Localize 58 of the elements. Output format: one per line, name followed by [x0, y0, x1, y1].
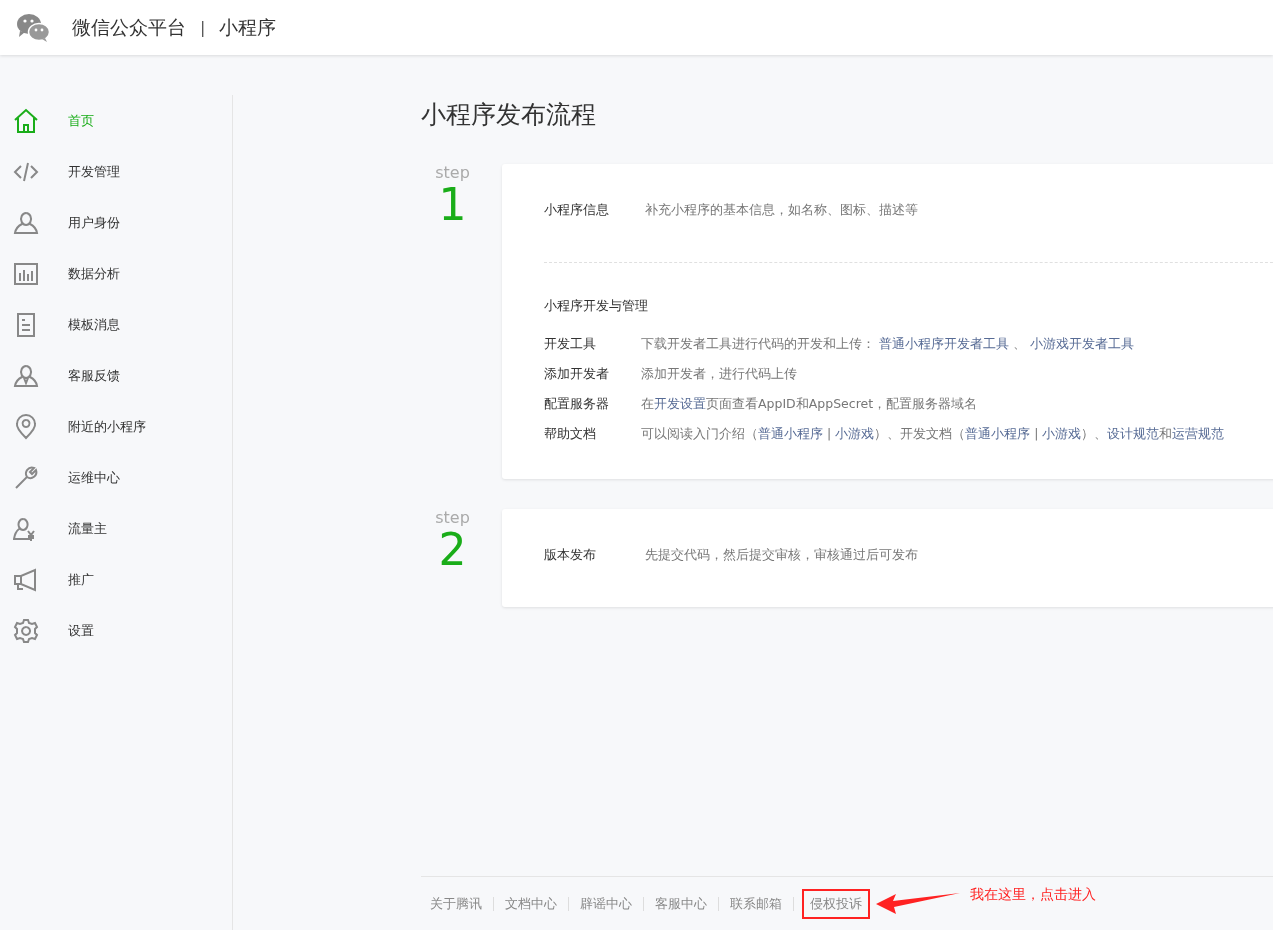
row-description: 可以阅读入门介绍（普通小程序 | 小游戏）、开发文档（普通小程序 | 小游戏）、设计规范和运营规范 — [641, 425, 1225, 443]
row-description: 在开发设置页面查看AppID和AppSecret，配置服务器域名 — [641, 395, 978, 413]
doc-link[interactable]: 普通小程序 — [758, 425, 823, 441]
row-description: 下载开发者工具进行代码的开发和上传： 普通小程序开发者工具 、 小游戏开发者工具 — [641, 335, 1134, 353]
section-heading: 小程序开发与管理 — [544, 297, 649, 315]
doc-link[interactable]: 运营规范 — [1172, 425, 1225, 441]
section-description: 补充小程序的基本信息，如名称、图标、描述等 — [645, 201, 918, 219]
footer-link[interactable]: 关于腾讯 — [427, 892, 485, 915]
step-label: step — [435, 509, 470, 527]
doc-link[interactable]: 设计规范 — [1107, 425, 1160, 441]
chart-icon — [13, 260, 39, 287]
sidebar-item[interactable]: 模板消息 — [0, 299, 232, 350]
service-icon — [13, 362, 39, 389]
section-label: 版本发布 — [544, 546, 597, 564]
row-description: 添加开发者，进行代码上传 — [641, 365, 797, 383]
home-icon — [13, 107, 39, 134]
sidebar-item[interactable]: 首页 — [0, 95, 232, 146]
megaphone-icon — [13, 566, 39, 593]
doc-link[interactable]: 小游戏 — [1042, 425, 1082, 441]
sidebar-item[interactable]: 流量主 — [0, 503, 232, 554]
footer-link[interactable]: 侵权投诉 — [802, 888, 870, 919]
product-title: 小程序 — [219, 14, 277, 40]
chat-bubbles-logo-icon — [16, 12, 50, 43]
pointer-arrow-icon — [876, 892, 960, 915]
sidebar-item[interactable]: 数据分析 — [0, 248, 232, 299]
footer-link[interactable]: 客服中心 — [652, 892, 710, 915]
sidebar-item[interactable]: 推广 — [0, 554, 232, 605]
step-number: 2 — [438, 527, 467, 573]
footer-link[interactable]: 辟谣中心 — [577, 892, 635, 915]
sidebar-item[interactable]: 运维中心 — [0, 452, 232, 503]
row-label: 帮助文档 — [544, 425, 597, 443]
sidebar-item[interactable]: 客服反馈 — [0, 350, 232, 401]
doc-link[interactable]: 小游戏 — [835, 425, 875, 441]
doc-link[interactable]: 普通小程序开发者工具 — [879, 335, 1009, 351]
footer-link[interactable]: 联系邮箱 — [727, 892, 785, 915]
section-label: 小程序信息 — [544, 201, 610, 219]
doc-link[interactable]: 开发设置 — [654, 395, 706, 411]
page-title: 小程序发布流程 — [421, 99, 597, 131]
sidebar-item[interactable]: 开发管理 — [0, 146, 232, 197]
sidebar-item[interactable]: 附近的小程序 — [0, 401, 232, 452]
doc-link[interactable]: 小游戏开发者工具 — [1029, 335, 1134, 351]
footer-link[interactable]: 文档中心 — [502, 892, 560, 915]
annotation-text: 我在这里，点击进入 — [970, 885, 1096, 904]
section-description: 先提交代码，然后提交审核，审核通过后可发布 — [645, 546, 918, 564]
sidebar-item[interactable]: 设置 — [0, 605, 232, 656]
row-label: 开发工具 — [544, 335, 597, 353]
step-label: step — [435, 164, 470, 182]
doc-link[interactable]: 普通小程序 — [965, 425, 1031, 441]
row-label: 配置服务器 — [544, 395, 610, 413]
title-separator: | — [200, 18, 206, 37]
user-icon — [13, 209, 39, 236]
gear-icon — [13, 617, 39, 644]
pin-icon — [13, 413, 39, 440]
step-number: 1 — [438, 182, 467, 228]
sidebar-item[interactable]: 用户身份 — [0, 197, 232, 248]
platform-title: 微信公众平台 — [72, 14, 186, 40]
row-label: 添加开发者 — [544, 365, 610, 383]
wrench-icon — [13, 464, 39, 491]
